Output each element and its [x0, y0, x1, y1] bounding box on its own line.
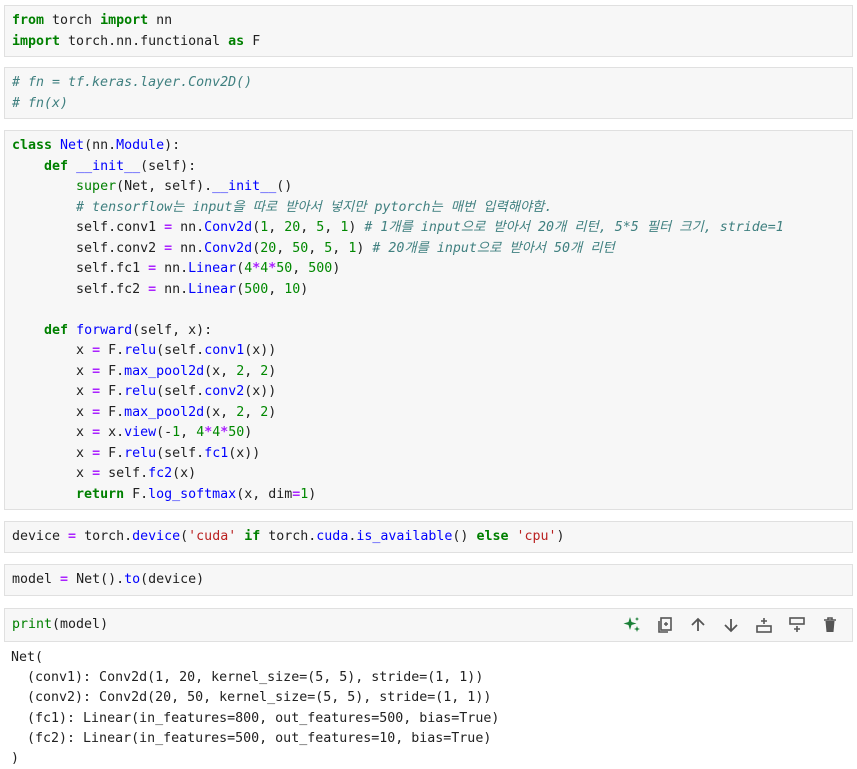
- arrow-down-icon[interactable]: [714, 613, 747, 637]
- arrow-up-icon[interactable]: [681, 613, 714, 637]
- code-lines-model[interactable]: model = Net().to(device): [12, 572, 204, 587]
- copy-icon[interactable]: [648, 613, 681, 637]
- code-cell-comment[interactable]: # fn = tf.keras.layer.Conv2D() # fn(x): [4, 67, 853, 119]
- output-text: Net( (conv1): Conv2d(1, 20, kernel_size=…: [11, 650, 500, 767]
- insert-below-icon[interactable]: [747, 613, 780, 637]
- code-cell-import[interactable]: from torch import nn import torch.nn.fun…: [4, 5, 853, 57]
- code-editor[interactable]: print(model): [12, 615, 108, 636]
- code-editor[interactable]: device = torch.device('cuda' if torch.cu…: [12, 527, 565, 548]
- code-editor[interactable]: # fn = tf.keras.layer.Conv2D() # fn(x): [12, 73, 252, 114]
- insert-above-icon[interactable]: [780, 613, 813, 637]
- code-lines-device[interactable]: device = torch.device('cuda' if torch.cu…: [12, 529, 565, 544]
- sparkle-icon[interactable]: [615, 613, 648, 637]
- code-cell-device[interactable]: device = torch.device('cuda' if torch.cu…: [4, 521, 853, 553]
- code-cell-print[interactable]: print(model): [4, 608, 853, 642]
- cell-output: Net( (conv1): Conv2d(1, 20, kernel_size=…: [11, 648, 499, 769]
- code-editor[interactable]: from torch import nn import torch.nn.fun…: [12, 11, 260, 52]
- code-lines-import[interactable]: from torch import nn import torch.nn.fun…: [12, 13, 260, 49]
- cell-toolbar: [615, 613, 846, 637]
- code-editor[interactable]: model = Net().to(device): [12, 570, 204, 591]
- code-cell-model[interactable]: model = Net().to(device): [4, 564, 853, 596]
- code-lines-print[interactable]: print(model): [12, 617, 108, 632]
- delete-icon[interactable]: [813, 613, 846, 637]
- code-cell-net-class[interactable]: class Net(nn.Module): def __init__(self)…: [4, 130, 853, 510]
- code-lines-comment[interactable]: # fn = tf.keras.layer.Conv2D() # fn(x): [12, 75, 252, 111]
- code-editor[interactable]: class Net(nn.Module): def __init__(self)…: [12, 136, 784, 505]
- code-lines-net-class[interactable]: class Net(nn.Module): def __init__(self)…: [12, 138, 784, 502]
